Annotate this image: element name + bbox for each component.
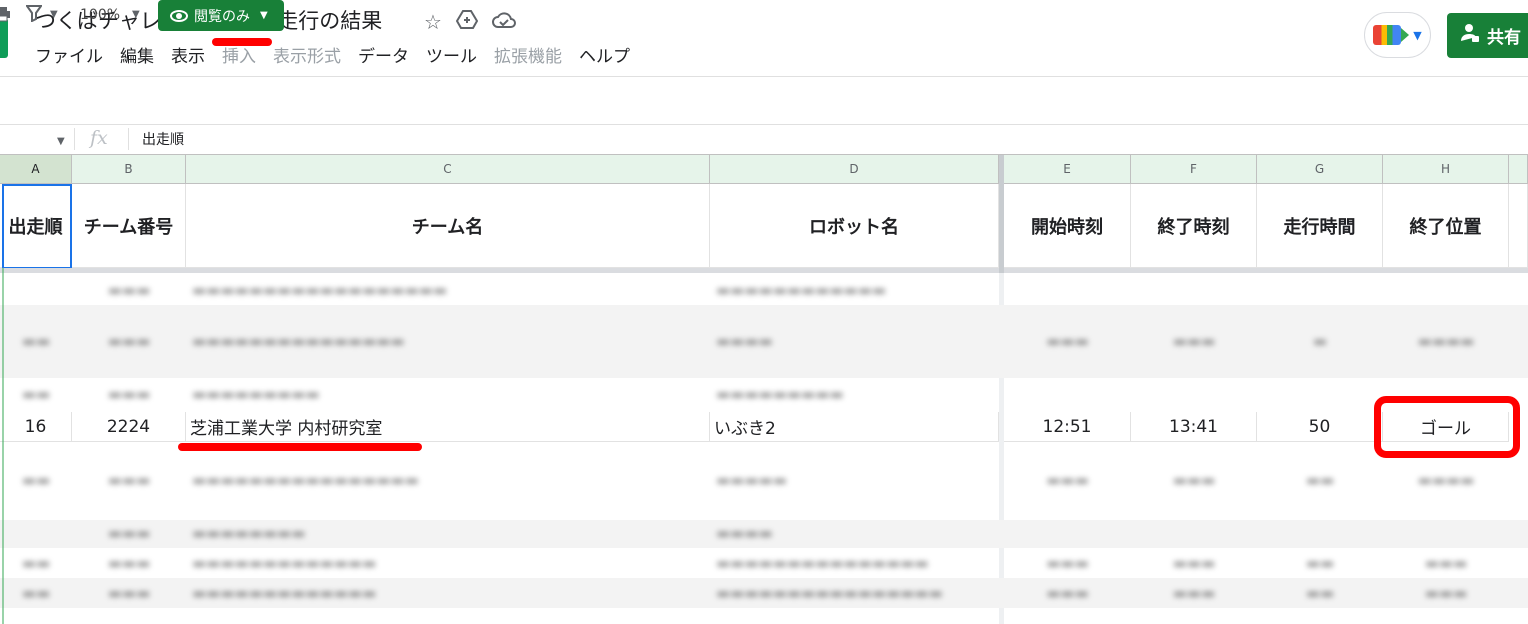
menu-bar: ファイル 編集 表示 挿入 表示形式 データ ツール 拡張機能 ヘルプ	[35, 44, 647, 70]
row-start-order-cell[interactable]: 16	[0, 412, 72, 442]
view-only-button[interactable]: 閲覧のみ ▼	[158, 0, 284, 31]
menu-help[interactable]: ヘルプ	[579, 44, 630, 70]
zoom-select[interactable]: 100%	[80, 7, 120, 23]
header-cell-i[interactable]	[1509, 184, 1528, 268]
redacted-row: ▬▬ ▬▬▬ ▬▬▬▬▬▬▬▬▬▬▬▬▬ ▬▬▬▬▬▬▬▬▬▬▬▬▬▬▬ ▬▬▬…	[21, 554, 1468, 572]
column-header-f[interactable]: F	[1131, 155, 1257, 184]
redacted-row: ▬▬ ▬▬▬ ▬▬▬▬▬▬▬▬▬ ▬▬▬▬▬▬▬▬▬	[21, 385, 844, 403]
row-robot-name-cell[interactable]: いぶき2	[710, 412, 999, 442]
menu-edit[interactable]: 編集	[120, 44, 154, 70]
redacted-row: ▬▬▬ ▬▬▬▬▬▬▬▬ ▬▬▬▬	[107, 524, 773, 542]
name-box-dropdown[interactable]: ▼	[57, 136, 65, 147]
chevron-down-icon: ▼	[260, 10, 268, 21]
cloud-status-icon[interactable]	[492, 9, 516, 35]
row-team-no-cell[interactable]: 2224	[72, 412, 186, 442]
menu-insert[interactable]: 挿入	[222, 44, 256, 70]
chevron-down-icon: ▼	[1413, 28, 1422, 42]
header-cell-team-name[interactable]: チーム名	[186, 184, 710, 268]
eye-icon	[170, 9, 188, 22]
star-icon[interactable]: ☆	[424, 9, 442, 35]
menu-file[interactable]: ファイル	[35, 44, 103, 70]
redacted-row: ▬▬ ▬▬▬ ▬▬▬▬▬▬▬▬▬▬▬▬▬▬▬ ▬▬▬▬ ▬▬▬ ▬▬▬ ▬ ▬▬…	[21, 332, 1475, 350]
menu-tools[interactable]: ツール	[426, 44, 477, 70]
menu-format[interactable]: 表示形式	[273, 44, 341, 70]
redacted-row: ▬▬ ▬▬▬ ▬▬▬▬▬▬▬▬▬▬▬▬▬▬▬▬ ▬▬▬▬▬ ▬▬▬ ▬▬▬ ▬▬…	[21, 471, 1475, 489]
title-icons: ☆	[424, 9, 516, 35]
share-button[interactable]: 共有	[1447, 13, 1528, 58]
column-header-c[interactable]: C	[186, 155, 710, 184]
header-divider	[0, 76, 1528, 77]
menu-data[interactable]: データ	[358, 44, 409, 70]
formula-divider	[128, 128, 129, 150]
print-icon[interactable]	[0, 6, 10, 27]
move-to-drive-icon[interactable]	[455, 9, 479, 35]
selected-cell-outline	[2, 184, 72, 269]
column-header-e[interactable]: E	[1004, 155, 1131, 184]
header-cell-run-time[interactable]: 走行時間	[1257, 184, 1383, 268]
frozen-row-divider[interactable]	[0, 268, 1528, 273]
column-header-i[interactable]	[1509, 155, 1528, 184]
menu-view[interactable]: 表示	[171, 44, 205, 70]
header-cell-team-no[interactable]: チーム番号	[72, 184, 186, 268]
redacted-row: ▬▬▬ ▬▬▬▬▬▬▬▬▬▬▬▬▬▬▬▬▬▬ ▬▬▬▬▬▬▬▬▬▬▬▬	[107, 281, 887, 299]
header-cell-end-time[interactable]: 終了時刻	[1131, 184, 1257, 268]
header-cell-start-time[interactable]: 開始時刻	[1004, 184, 1131, 268]
filter-icon[interactable]	[25, 4, 43, 27]
person-lock-icon	[1461, 23, 1479, 48]
column-header-b[interactable]: B	[72, 155, 186, 184]
share-label: 共有	[1487, 28, 1521, 48]
header-cell-end-position[interactable]: 終了位置	[1383, 184, 1509, 268]
meet-camera-icon	[1373, 25, 1410, 45]
menu-extensions[interactable]: 拡張機能	[494, 44, 562, 70]
row-gutter-edge	[2, 268, 4, 624]
column-header-g[interactable]: G	[1257, 155, 1383, 184]
formula-input[interactable]: 出走順	[142, 129, 184, 149]
fx-icon: fx	[90, 127, 108, 149]
toolbar-divider	[0, 124, 1528, 125]
row-start-time-cell[interactable]: 12:51	[1004, 412, 1131, 442]
row-run-time-cell[interactable]: 50	[1257, 412, 1383, 442]
row-end-time-cell[interactable]: 13:41	[1131, 412, 1257, 442]
chevron-down-icon[interactable]: ▼	[132, 9, 140, 20]
column-header-a[interactable]: A	[0, 155, 72, 184]
header-cell-robot-name[interactable]: ロボット名	[710, 184, 999, 268]
column-header-d[interactable]: D	[710, 155, 999, 184]
column-header-h[interactable]: H	[1383, 155, 1509, 184]
team-name-underline-annotation	[178, 443, 422, 451]
frozen-column-divider[interactable]	[999, 155, 1004, 273]
row-team-name-cell[interactable]: 芝浦工業大学 内村研究室	[186, 412, 710, 442]
goal-circle-annotation	[1374, 396, 1520, 458]
redacted-row: ▬▬ ▬▬▬ ▬▬▬▬▬▬▬▬▬▬▬▬▬ ▬▬▬▬▬▬▬▬▬▬▬▬▬▬▬▬ ▬▬…	[21, 584, 1468, 602]
meet-button[interactable]: ▼	[1364, 12, 1431, 58]
formula-divider	[74, 128, 75, 150]
view-only-label: 閲覧のみ	[194, 8, 250, 25]
chevron-down-icon[interactable]: ▼	[50, 9, 58, 20]
